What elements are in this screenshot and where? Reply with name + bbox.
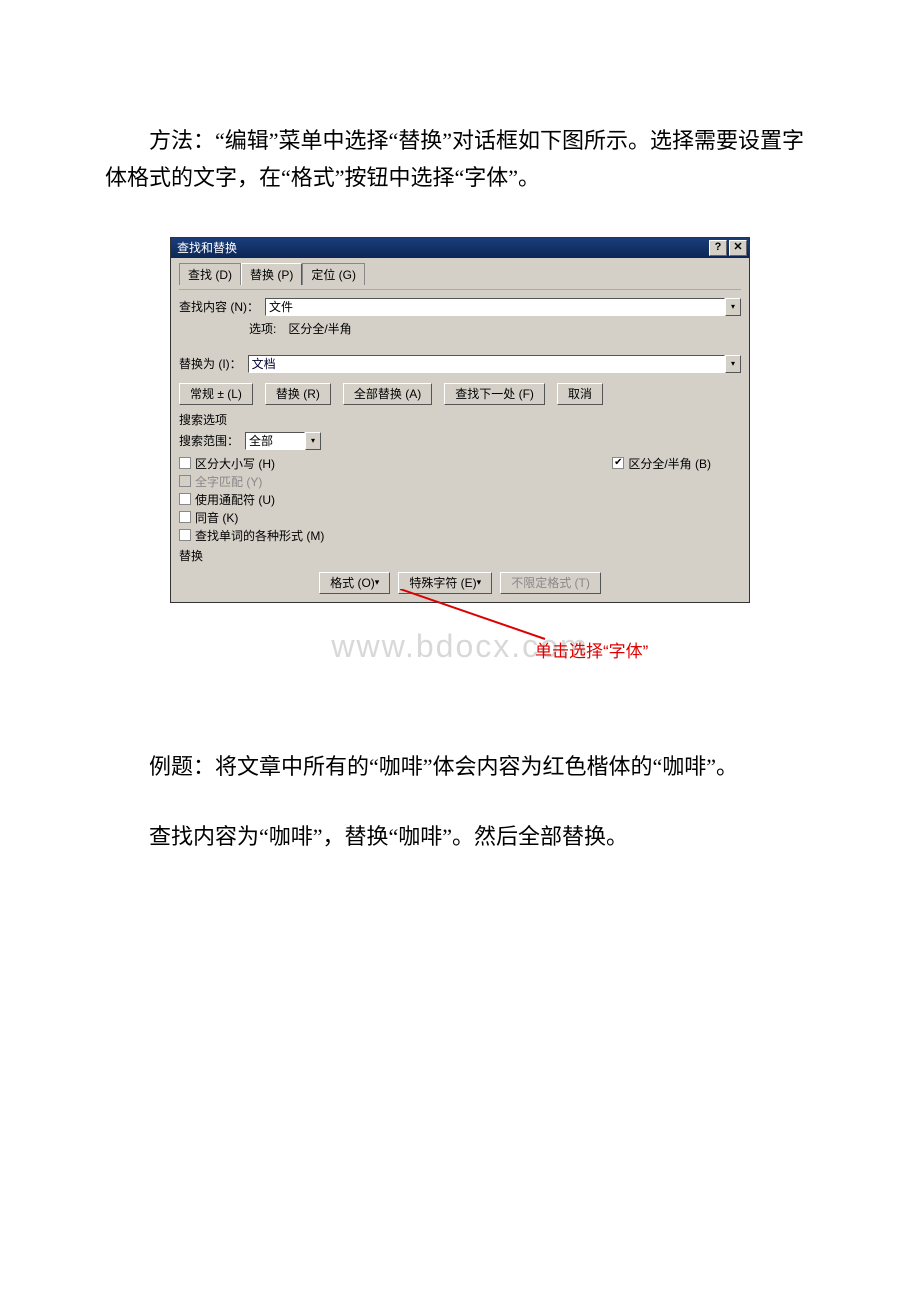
- format-button[interactable]: 格式 (O): [319, 572, 390, 594]
- scope-dropdown-icon[interactable]: ▾: [305, 432, 321, 450]
- example-line: 例题：将文章中所有的“咖啡”体会内容为红色楷体的“咖啡”。: [105, 743, 815, 791]
- dialog-title: 查找和替换: [177, 239, 707, 256]
- close-button[interactable]: ✕: [729, 240, 747, 256]
- check-wildcard[interactable]: 使用通配符 (U): [179, 491, 445, 508]
- find-options-line: 选项: 区分全/半角: [249, 320, 741, 337]
- titlebar[interactable]: 查找和替换 ? ✕: [171, 238, 749, 258]
- annotation-area: www.bdocx.com 单击选择“字体”: [105, 613, 815, 673]
- intro-paragraph: 方法：“编辑”菜单中选择“替换”对话框如下图所示。选择需要设置字体格式的文字，在…: [105, 122, 815, 197]
- instruction-line: 查找内容为“咖啡”，替换“咖啡”。然后全部替换。: [105, 813, 815, 861]
- find-replace-dialog: 查找和替换 ? ✕ 查找 (D) 替换 (P) 定位 (G) 查找内容 (N)：…: [170, 237, 750, 603]
- check-forms[interactable]: 查找单词的各种形式 (M): [179, 527, 445, 544]
- tab-goto[interactable]: 定位 (G): [302, 263, 365, 285]
- search-options-label: 搜索选项: [179, 411, 741, 428]
- replace-label: 替换为 (I)：: [179, 355, 242, 372]
- check-width[interactable]: ✔区分全/半角 (B): [612, 455, 711, 472]
- tab-find[interactable]: 查找 (D): [179, 263, 241, 285]
- scope-select[interactable]: [245, 432, 305, 450]
- no-format-button: 不限定格式 (T): [500, 572, 601, 594]
- find-label: 查找内容 (N)：: [179, 298, 259, 315]
- replace-input[interactable]: [248, 355, 725, 373]
- check-whole: 全字匹配 (Y): [179, 473, 445, 490]
- special-char-button[interactable]: 特殊字符 (E): [398, 572, 492, 594]
- cancel-button[interactable]: 取消: [557, 383, 603, 405]
- replace-all-button[interactable]: 全部替换 (A): [343, 383, 432, 405]
- find-input[interactable]: [265, 298, 725, 316]
- tab-strip: 查找 (D) 替换 (P) 定位 (G): [179, 262, 741, 284]
- annotation-text: 单击选择“字体”: [535, 637, 648, 662]
- help-button[interactable]: ?: [709, 240, 727, 256]
- replace-section-label: 替换: [179, 547, 741, 564]
- find-dropdown-icon[interactable]: ▾: [725, 298, 741, 316]
- check-case[interactable]: 区分大小写 (H): [179, 455, 445, 472]
- replace-button[interactable]: 替换 (R): [265, 383, 331, 405]
- more-button[interactable]: 常规 ± (L): [179, 383, 253, 405]
- scope-label: 搜索范围：: [179, 432, 239, 449]
- find-next-button[interactable]: 查找下一处 (F): [444, 383, 545, 405]
- check-sound[interactable]: 同音 (K): [179, 509, 445, 526]
- replace-dropdown-icon[interactable]: ▾: [725, 355, 741, 373]
- tab-replace[interactable]: 替换 (P): [241, 263, 302, 285]
